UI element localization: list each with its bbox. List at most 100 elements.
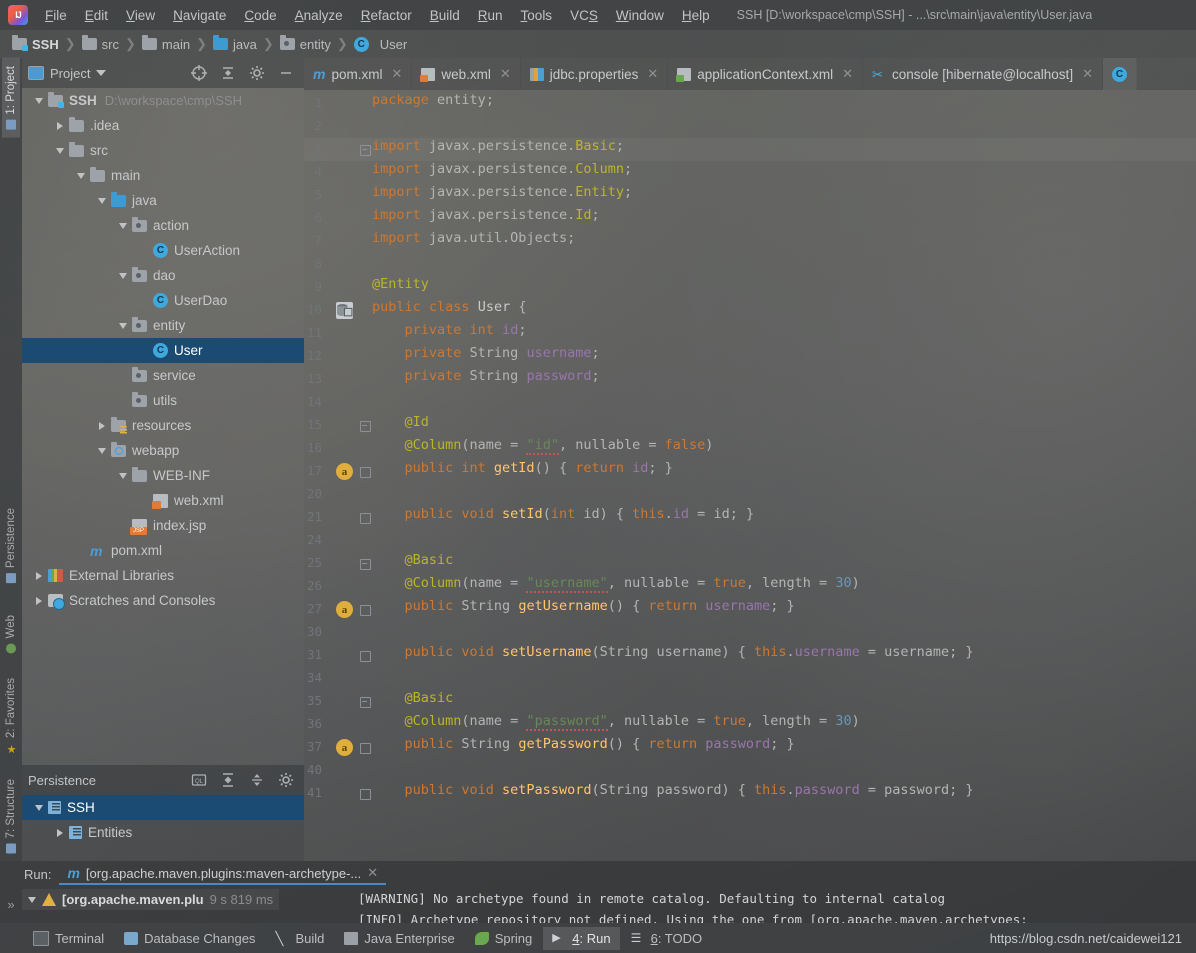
tree-twisty-expanded[interactable] [93,198,111,204]
close-icon[interactable]: ✕ [842,66,853,82]
tree-row-entity[interactable]: entity [22,313,304,338]
tree-row-src[interactable]: src [22,138,304,163]
editor-tab-bar[interactable]: mpom.xml✕web.xml✕jdbc.properties✕applica… [304,58,1196,90]
tool-tab-web[interactable]: Web [2,607,20,661]
editor-tab-jdbc-properties[interactable]: jdbc.properties✕ [521,58,668,90]
settings-gear-icon[interactable] [278,772,294,788]
tree-twisty-expanded[interactable] [30,98,48,104]
status-button-terminal[interactable]: Terminal [24,927,113,950]
project-panel-title-group[interactable]: Project [28,66,106,81]
tree-row-userdao[interactable]: CUserDao [22,288,304,313]
expand-run-toolbar-button[interactable]: » [0,889,22,912]
close-icon[interactable]: ✕ [391,66,402,82]
tree-twisty-expanded[interactable] [114,273,132,279]
menu-item-code[interactable]: Code [235,5,285,26]
run-console-output[interactable]: [WARNING] No archetype found in remote c… [358,887,1196,923]
tree-row-webapp[interactable]: webapp [22,438,304,463]
editor-tab-applicationcontext-xml[interactable]: applicationContext.xml✕ [668,58,863,90]
intellij-app-icon[interactable] [8,5,28,25]
editor-tab-user-java[interactable]: C [1103,58,1137,90]
status-button-build[interactable]: ╲Build [266,927,333,950]
breadcrumb-item-main[interactable]: main [138,36,194,53]
status-button-spring[interactable]: Spring [466,927,542,950]
editor-gutter[interactable]: 1234567891011121314151617a202124252627a3… [304,90,366,861]
tree-twisty-expanded[interactable] [51,148,69,154]
tree-row-external-libraries[interactable]: External Libraries [22,563,304,588]
breadcrumb-item-src[interactable]: src [78,36,123,53]
expand-all-icon[interactable] [220,65,236,81]
ql-console-icon[interactable]: QL [191,772,207,788]
tree-row-web-xml[interactable]: web.xml [22,488,304,513]
menu-item-build[interactable]: Build [421,5,469,26]
expand-all-icon[interactable] [220,772,236,788]
settings-gear-icon[interactable] [249,65,265,81]
status-button-6-todo[interactable]: ☰6: TODO [622,927,712,950]
tree-twisty-collapsed[interactable] [30,572,48,580]
tree-row-main[interactable]: main [22,163,304,188]
tree-row-java[interactable]: java [22,188,304,213]
tool-tab-persistence[interactable]: Persistence [2,500,20,591]
menu-item-file[interactable]: File [36,5,76,26]
tree-twisty-expanded[interactable] [30,805,48,811]
tree-twisty-expanded[interactable] [114,323,132,329]
menu-item-navigate[interactable]: Navigate [164,5,235,26]
menu-item-refactor[interactable]: Refactor [352,5,421,26]
menu-item-window[interactable]: Window [607,5,673,26]
tree-twisty-collapsed[interactable] [93,422,111,430]
tree-row-useraction[interactable]: CUserAction [22,238,304,263]
tree-twisty-expanded[interactable] [72,173,90,179]
status-button-database-changes[interactable]: Database Changes [115,927,264,950]
project-tree[interactable]: SSHD:\workspace\cmp\SSH.ideasrcmainjavaa… [22,88,304,765]
close-icon[interactable]: ✕ [647,66,658,82]
tree-twisty-expanded[interactable] [93,448,111,454]
menu-item-vcs[interactable]: VCS [561,5,607,26]
chevron-down-icon[interactable] [28,897,36,903]
tree-twisty-expanded[interactable] [114,223,132,229]
tree-twisty-collapsed[interactable] [30,597,48,605]
tree-row-ssh[interactable]: SSH [22,795,304,820]
tree-row--idea[interactable]: .idea [22,113,304,138]
breadcrumb-item-user[interactable]: CUser [350,36,411,53]
persistence-tree[interactable]: SSHEntities [22,795,304,861]
menu-item-view[interactable]: View [117,5,164,26]
editor-tab-console-hibernate-localhost-[interactable]: ✂console [hibernate@localhost]✕ [863,58,1103,90]
collapse-icon[interactable] [278,65,294,81]
menu-item-analyze[interactable]: Analyze [286,5,352,26]
tree-row-ssh[interactable]: SSHD:\workspace\cmp\SSH [22,88,304,113]
menu-item-tools[interactable]: Tools [512,5,562,26]
tree-row-scratches-and-consoles[interactable]: Scratches and Consoles [22,588,304,613]
tree-row-pom-xml[interactable]: mpom.xml [22,538,304,563]
tree-row-user[interactable]: CUser [22,338,304,363]
annotation-gutter-icon[interactable]: a [336,463,353,480]
tree-row-utils[interactable]: utils [22,388,304,413]
database-icon[interactable] [336,302,353,319]
tree-row-resources[interactable]: resources [22,413,304,438]
code-editor[interactable]: 1234567891011121314151617a202124252627a3… [304,90,1196,861]
breadcrumb-item-java[interactable]: java [209,36,261,53]
editor-tab-pom-xml[interactable]: mpom.xml✕ [304,58,412,90]
tree-row-dao[interactable]: dao [22,263,304,288]
tool-tab-project[interactable]: 1: Project [2,58,20,138]
annotation-gutter-icon[interactable]: a [336,601,353,618]
menu-item-help[interactable]: Help [673,5,719,26]
tree-row-web-inf[interactable]: WEB-INF [22,463,304,488]
tree-row-service[interactable]: service [22,363,304,388]
tree-twisty-collapsed[interactable] [51,829,69,837]
menu-item-edit[interactable]: Edit [76,5,117,26]
status-button-java-enterprise[interactable]: Java Enterprise [335,927,463,950]
annotation-gutter-icon[interactable]: a [336,739,353,756]
status-button-4-run[interactable]: ▶4: Run [543,927,619,950]
code-lines[interactable]: package entity;import javax.persistence.… [366,90,1196,861]
breadcrumb-item-ssh[interactable]: SSH [8,36,63,53]
editor-tab-web-xml[interactable]: web.xml✕ [412,58,520,90]
tool-tab-favorites[interactable]: ★ 2: Favorites [2,670,20,761]
menu-item-run[interactable]: Run [469,5,512,26]
tree-row-index-jsp[interactable]: index.jsp [22,513,304,538]
tree-row-action[interactable]: action [22,213,304,238]
editor-scrollbar[interactable] [1184,90,1196,861]
close-icon[interactable]: ✕ [367,865,378,881]
run-configuration-tab[interactable]: m [org.apache.maven.plugins:maven-archet… [59,863,386,885]
breadcrumb-item-entity[interactable]: entity [276,36,335,53]
tree-twisty-collapsed[interactable] [51,122,69,130]
locate-icon[interactable] [191,65,207,81]
